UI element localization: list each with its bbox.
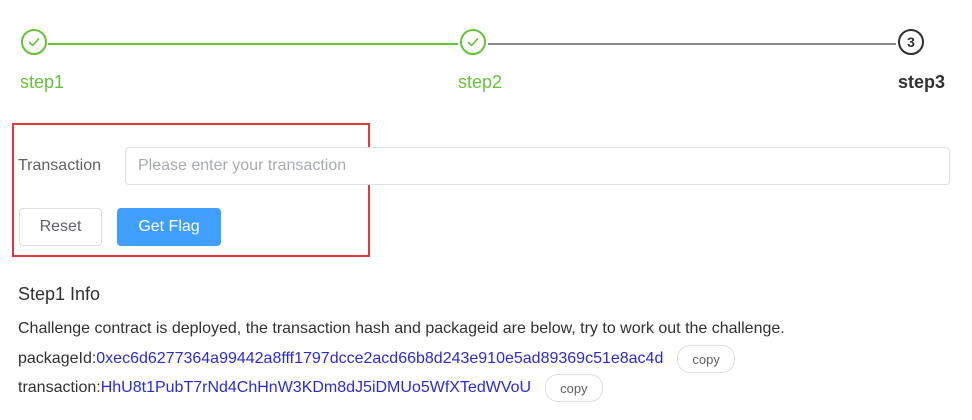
step2-indicator xyxy=(460,29,486,55)
step3-number: 3 xyxy=(907,34,915,50)
package-label: packageId: xyxy=(18,350,97,367)
package-row: packageId: 0xec6d6277364a99442a8fff1797d… xyxy=(18,345,735,373)
step1-title: step1 xyxy=(20,72,65,92)
copy-transaction-button[interactable]: copy xyxy=(545,374,603,402)
steps-bar: 3 step1 step2 step3 xyxy=(0,0,972,110)
step3-title: step3 xyxy=(898,72,946,92)
step3-indicator: 3 xyxy=(898,29,924,55)
info-title: Step1 Info xyxy=(18,284,101,304)
check-icon xyxy=(28,38,40,47)
reset-button[interactable]: Reset xyxy=(19,208,102,246)
get-flag-button[interactable]: Get Flag xyxy=(117,208,221,246)
page: 3 step1 step2 step3 Transaction Reset Ge… xyxy=(0,0,972,420)
transaction-row: transaction: HhU8t1PubT7rNd4ChHnW3KDm8dJ… xyxy=(18,374,603,402)
step-connector-1 xyxy=(48,43,458,45)
package-id: 0xec6d6277364a99442a8fff1797dcce2acd66b8… xyxy=(96,350,664,367)
check-icon xyxy=(467,38,479,47)
transaction-info-label: transaction: xyxy=(18,379,101,396)
transaction-input[interactable] xyxy=(125,147,950,185)
transaction-hash: HhU8t1PubT7rNd4ChHnW3KDm8dJ5iDMUo5WfXTed… xyxy=(100,379,532,396)
copy-package-button[interactable]: copy xyxy=(677,345,735,373)
transaction-label: Transaction xyxy=(18,157,101,174)
step2-title: step2 xyxy=(458,72,503,92)
step1-indicator xyxy=(21,29,47,55)
info-description: Challenge contract is deployed, the tran… xyxy=(18,320,785,337)
step-connector-2 xyxy=(488,43,896,45)
